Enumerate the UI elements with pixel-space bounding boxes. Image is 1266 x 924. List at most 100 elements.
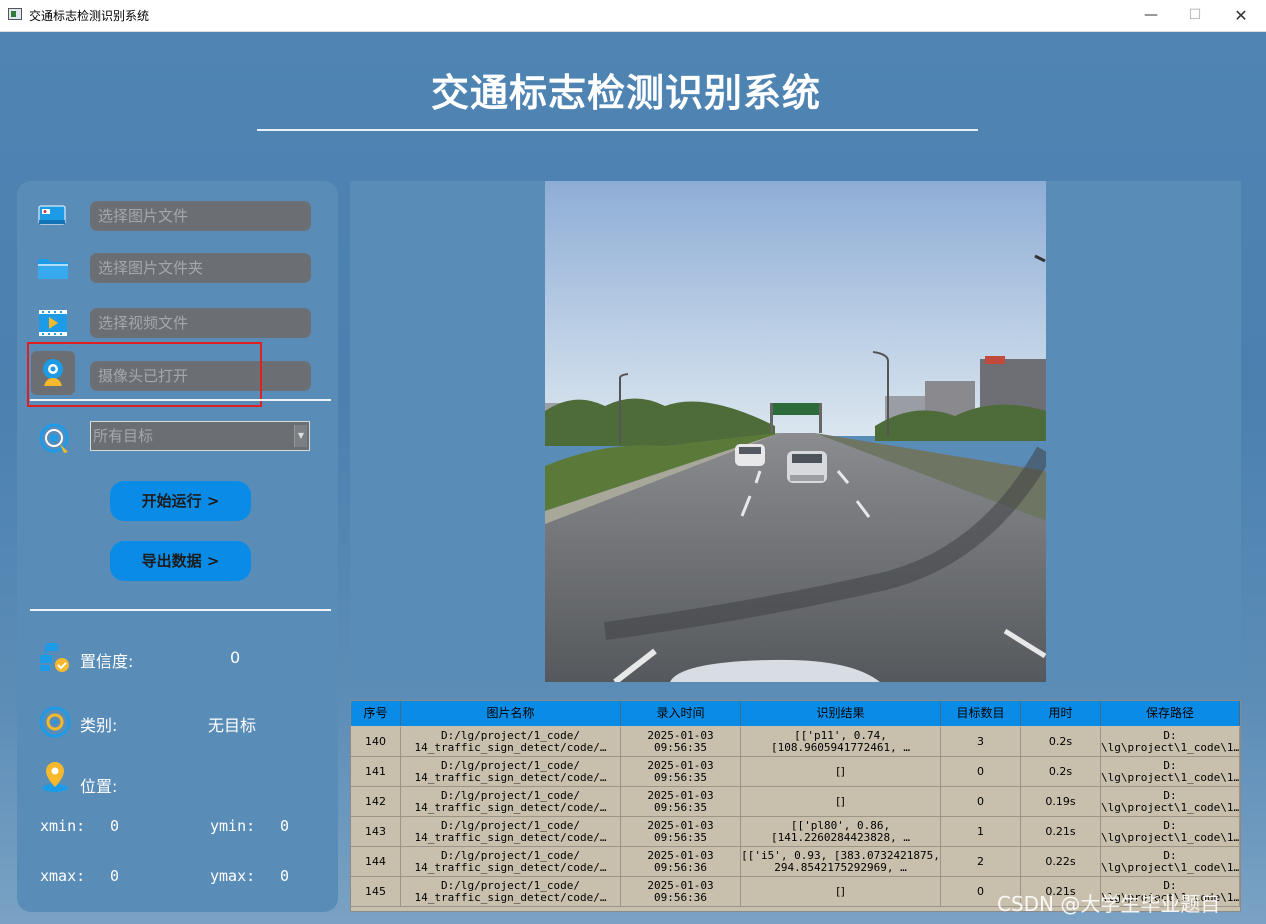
- cell-index[interactable]: 142: [351, 787, 401, 817]
- cell-index-line: 142: [365, 795, 386, 808]
- xmin-label: xmin:: [40, 817, 86, 835]
- cell-duration-line: 0.21s: [1045, 825, 1076, 838]
- cell-index[interactable]: 145: [351, 877, 401, 907]
- table-row[interactable]: 144 D:/lg/project/1_code/14_traffic_sign_…: [351, 847, 1240, 877]
- cell-image-name-line: 14_traffic_sign_detect/code/…: [414, 891, 607, 904]
- cell-index-line: 145: [365, 885, 386, 898]
- cell-time-line: 09:56:36: [654, 861, 707, 874]
- table-row[interactable]: 141 D:/lg/project/1_code/14_traffic_sign_…: [351, 757, 1240, 787]
- target-select[interactable]: 所有目标 ▼: [90, 421, 310, 451]
- cell-index[interactable]: 140: [351, 727, 401, 757]
- cell-duration[interactable]: 0.21s: [1021, 817, 1101, 847]
- xmin-value: 0: [110, 817, 120, 835]
- cell-image-name-line: 14_traffic_sign_detect/code/…: [414, 801, 607, 814]
- confidence-value: 0: [230, 648, 241, 667]
- cell-index[interactable]: 141: [351, 757, 401, 787]
- column-header-time[interactable]: 录入时间: [621, 701, 741, 726]
- position-label: 位置:: [80, 777, 118, 796]
- category-label: 类别:: [80, 716, 118, 735]
- column-header-index[interactable]: 序号: [351, 701, 401, 726]
- column-header-save-path[interactable]: 保存路径: [1101, 701, 1240, 726]
- cell-time-line: 09:56:35: [654, 801, 707, 814]
- cell-save-path[interactable]: D: \lg\project\1_code\1…: [1101, 727, 1240, 757]
- target-icon: [39, 423, 69, 453]
- cell-time-line: 09:56:35: [654, 741, 707, 754]
- divider-bottom: [30, 609, 331, 611]
- cell-save-path-line: \lg\project\1_code\1…: [1101, 831, 1240, 844]
- cell-result[interactable]: [['p11', 0.74, [108.9605941772461, …: [741, 727, 941, 757]
- cell-count[interactable]: 0: [941, 757, 1021, 787]
- cell-save-path[interactable]: D: \lg\project\1_code\1…: [1101, 787, 1240, 817]
- cell-time[interactable]: 2025-01-03 09:56:35: [621, 787, 741, 817]
- cell-result-line: [141.2260284423828, …: [770, 831, 911, 844]
- cell-image-name[interactable]: D:/lg/project/1_code/14_traffic_sign_det…: [401, 757, 621, 787]
- results-table[interactable]: 序号 图片名称 录入时间 识别结果 目标数目 用时 保存路径 140 D:/lg/…: [350, 700, 1241, 912]
- cell-duration-line: 0.2s: [1048, 765, 1073, 778]
- cell-image-name[interactable]: D:/lg/project/1_code/14_traffic_sign_det…: [401, 847, 621, 877]
- cell-result[interactable]: []: [741, 877, 941, 907]
- cell-save-path[interactable]: D: \lg\project\1_code\1…: [1101, 847, 1240, 877]
- table-row[interactable]: 143 D:/lg/project/1_code/14_traffic_sign_…: [351, 817, 1240, 847]
- image-folder-field[interactable]: 选择图片文件夹: [90, 253, 311, 283]
- target-select-value: 所有目标: [93, 427, 154, 445]
- video-file-field[interactable]: 选择视频文件: [90, 308, 311, 338]
- export-button[interactable]: 导出数据 >: [110, 541, 251, 581]
- column-header-result[interactable]: 识别结果: [741, 701, 941, 726]
- cell-index[interactable]: 144: [351, 847, 401, 877]
- ymin-label: ymin:: [210, 817, 256, 835]
- cell-image-name[interactable]: D:/lg/project/1_code/14_traffic_sign_det…: [401, 877, 621, 907]
- cell-result-line: []: [836, 795, 845, 808]
- video-file-icon[interactable]: [36, 306, 70, 340]
- cell-save-path[interactable]: D: \lg\project\1_code\1…: [1101, 757, 1240, 787]
- cell-time[interactable]: 2025-01-03 09:56:35: [621, 817, 741, 847]
- table-row[interactable]: 142 D:/lg/project/1_code/14_traffic_sign_…: [351, 787, 1240, 817]
- cell-save-path-line: \lg\project\1_code\1…: [1101, 771, 1240, 784]
- cell-count[interactable]: 1: [941, 817, 1021, 847]
- cell-count[interactable]: 0: [941, 787, 1021, 817]
- csdn-watermark: CSDN @大学生毕业题目: [997, 892, 1221, 916]
- column-header-image-name[interactable]: 图片名称: [401, 701, 621, 726]
- category-icon: [39, 706, 71, 738]
- image-folder-icon[interactable]: [36, 251, 70, 285]
- image-file-field[interactable]: 选择图片文件: [90, 201, 311, 231]
- cell-count[interactable]: 3: [941, 727, 1021, 757]
- cell-duration[interactable]: 0.22s: [1021, 847, 1101, 877]
- cell-result-line: []: [836, 765, 845, 778]
- cell-index-line: 143: [365, 825, 386, 838]
- close-button[interactable]: ✕: [1218, 0, 1264, 31]
- cell-time[interactable]: 2025-01-03 09:56:36: [621, 847, 741, 877]
- location-pin-icon: [42, 762, 68, 792]
- cell-result-line: [108.9605941772461, …: [770, 741, 911, 754]
- start-button[interactable]: 开始运行 >: [110, 481, 251, 521]
- cell-time[interactable]: 2025-01-03 09:56:35: [621, 727, 741, 757]
- xmax-label: xmax:: [40, 867, 86, 885]
- cell-result[interactable]: [['pl80', 0.86, [141.2260284423828, …: [741, 817, 941, 847]
- minimize-button[interactable]: —: [1128, 0, 1174, 31]
- image-file-icon[interactable]: [36, 199, 70, 233]
- cell-index-line: 141: [365, 765, 386, 778]
- cell-count[interactable]: 2: [941, 847, 1021, 877]
- cell-time[interactable]: 2025-01-03 09:56:35: [621, 757, 741, 787]
- window-titlebar: 交通标志检测识别系统 — ☐ ✕: [0, 0, 1266, 32]
- cell-duration[interactable]: 0.2s: [1021, 757, 1101, 787]
- cell-time[interactable]: 2025-01-03 09:56:36: [621, 877, 741, 907]
- cell-result[interactable]: []: [741, 757, 941, 787]
- chevron-down-icon[interactable]: ▼: [294, 425, 307, 447]
- cell-image-name-line: 14_traffic_sign_detect/code/…: [414, 741, 607, 754]
- maximize-button[interactable]: ☐: [1172, 0, 1218, 31]
- cell-save-path[interactable]: D: \lg\project\1_code\1…: [1101, 817, 1240, 847]
- cell-image-name[interactable]: D:/lg/project/1_code/14_traffic_sign_det…: [401, 787, 621, 817]
- cell-duration[interactable]: 0.2s: [1021, 727, 1101, 757]
- cell-image-name[interactable]: D:/lg/project/1_code/14_traffic_sign_det…: [401, 727, 621, 757]
- cell-save-path-line: \lg\project\1_code\1…: [1101, 741, 1240, 754]
- table-row[interactable]: 140 D:/lg/project/1_code/14_traffic_sign_…: [351, 727, 1240, 757]
- cell-duration[interactable]: 0.19s: [1021, 787, 1101, 817]
- cell-index[interactable]: 143: [351, 817, 401, 847]
- cell-result[interactable]: []: [741, 787, 941, 817]
- cell-image-name[interactable]: D:/lg/project/1_code/14_traffic_sign_det…: [401, 817, 621, 847]
- column-header-duration[interactable]: 用时: [1021, 701, 1101, 726]
- confidence-icon: [40, 643, 69, 672]
- column-header-count[interactable]: 目标数目: [941, 701, 1021, 726]
- cell-result[interactable]: [['i5', 0.93, [383.0732421875, 294.854217…: [741, 847, 941, 877]
- cell-result-line: 294.8542175292969, …: [774, 861, 907, 874]
